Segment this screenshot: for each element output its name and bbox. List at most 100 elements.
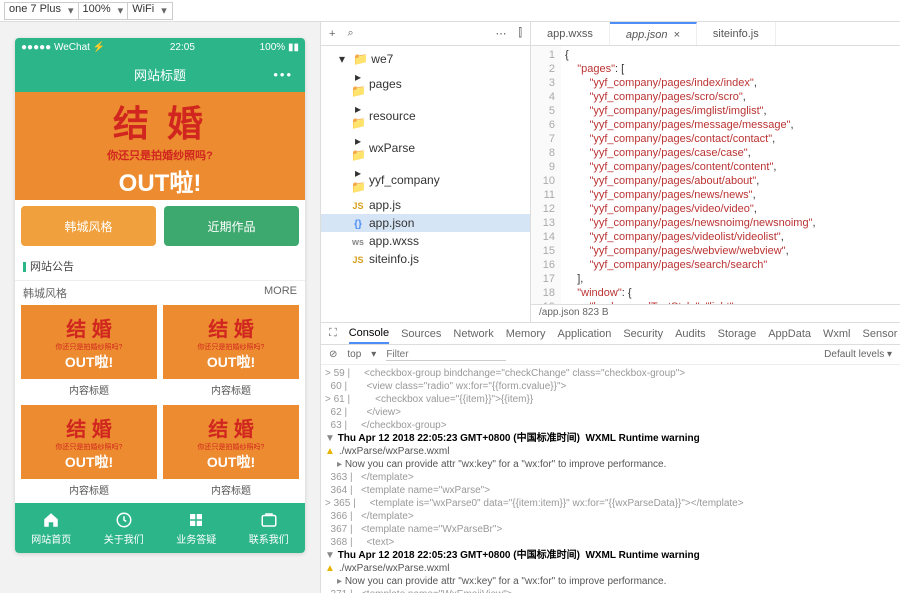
tile-style[interactable]: 韩城风格 — [21, 206, 156, 246]
card-caption: 内容标题 — [163, 379, 299, 399]
console-line: > 59 | <checkbox-group bindchange="check… — [325, 367, 896, 380]
file-tree-item[interactable]: {}app.json — [321, 214, 530, 232]
notice-label: 网站公告 — [30, 261, 74, 273]
inspect-icon[interactable]: ⛶ — [329, 327, 337, 340]
file-tree-item[interactable]: JSapp.js — [321, 196, 530, 214]
filter-input[interactable] — [386, 349, 506, 361]
console-line: Thu Apr 12 2018 22:05:23 GMT+0800 (中国标准时… — [325, 432, 896, 445]
tab-label: 网站首页 — [31, 531, 71, 546]
console-line: 363 | </template> — [325, 471, 896, 484]
phone-frame: ●●●●● WeChat ⚡ 22:05 100% ▮▮ 网站标题 ••• 结 … — [15, 38, 305, 553]
statusbar-left: ●●●●● WeChat ⚡ — [21, 42, 105, 53]
card-caption: 内容标题 — [163, 479, 299, 499]
console-line: Thu Apr 12 2018 22:05:23 GMT+0800 (中国标准时… — [325, 549, 896, 562]
editor-tab[interactable]: app.wxss — [531, 22, 610, 45]
search-icon[interactable]: ⌕ — [347, 27, 353, 40]
content-card[interactable]: 结 婚你还只是拍婚纱照吗?OUT啦! 内容标题 — [21, 405, 157, 499]
page-title: 网站标题 — [134, 65, 186, 84]
panel-tab[interactable]: Application — [558, 328, 612, 340]
levels-select[interactable]: Default levels ▾ — [824, 349, 892, 360]
panel-tab[interactable]: Audits — [675, 328, 706, 340]
file-tree-item[interactable]: JSsiteinfo.js — [321, 250, 530, 268]
console-line: Now you can provide attr "wx:key" for a … — [325, 458, 896, 471]
panel-tab[interactable]: Sensor — [863, 328, 898, 340]
panel-tab[interactable]: Sources — [401, 328, 441, 340]
phone-navbar: 网站标题 ••• — [15, 56, 305, 92]
file-tree-item[interactable]: ▸ 📁wxParse — [321, 132, 530, 164]
tab-label: 联系我们 — [249, 531, 289, 546]
panel-tab[interactable]: Wxml — [823, 328, 851, 340]
console-line: 371 | <template name="WxEmojiView"> — [325, 588, 896, 593]
console-output[interactable]: > 59 | <checkbox-group bindchange="check… — [321, 365, 900, 593]
statusbar-time: 22:05 — [170, 42, 195, 53]
devtools-pane: + ⌕ ⋯ ⫿ ▾📁 we7▸ 📁pages▸ 📁resource▸ 📁wxPa… — [320, 22, 900, 593]
statusbar-right: 100% ▮▮ — [260, 42, 299, 53]
list-head-left: 韩城风格 — [23, 285, 67, 301]
more-icon[interactable]: ••• — [273, 67, 293, 82]
tabbar-item[interactable]: 联系我们 — [233, 503, 306, 553]
console-line: > 365 | <template is="wxParse0" data="{{… — [325, 497, 896, 510]
console-line: Now you can provide attr "wx:key" for a … — [325, 575, 896, 588]
file-tree-item[interactable]: wsapp.wxss — [321, 232, 530, 250]
close-icon[interactable]: × — [673, 29, 679, 41]
top-toolbar: one 7 Plus▾ 100%▾ WiFi▾ — [0, 0, 900, 22]
bottom-panel: ⛶ Console Sources Network Memory Application… — [321, 322, 900, 593]
console-line: 60 | <view class="radio" wx:for="{{form.… — [325, 380, 896, 393]
file-toolbar: + ⌕ ⋯ ⫿ — [321, 22, 530, 46]
panel-tab[interactable]: Memory — [506, 328, 546, 340]
zoom-select[interactable]: 100% — [78, 2, 130, 20]
tab-label: 关于我们 — [104, 531, 144, 546]
clear-console-icon[interactable]: ⊘ — [329, 349, 337, 360]
content-card[interactable]: 结 婚你还只是拍婚纱照吗?OUT啦! 内容标题 — [163, 305, 299, 399]
console-toolbar: ⊘ top▾ Default levels ▾ — [321, 345, 900, 365]
tabbar-item[interactable]: 网站首页 — [15, 503, 88, 553]
editor-tab[interactable]: siteinfo.js — [697, 22, 776, 45]
code-content[interactable]: { "pages": [ "yyf_company/pages/index/in… — [561, 46, 820, 304]
editor-tab[interactable]: app.json × — [610, 22, 697, 45]
content-card[interactable]: 结 婚你还只是拍婚纱照吗?OUT啦! 内容标题 — [163, 405, 299, 499]
content-card[interactable]: 结 婚你还只是拍婚纱照吗?OUT啦! 内容标题 — [21, 305, 157, 399]
context-select[interactable]: top — [347, 349, 361, 360]
file-tree-item[interactable]: ▸ 📁resource — [321, 100, 530, 132]
console-line: 63 | </checkbox-group> — [325, 419, 896, 432]
file-explorer: + ⌕ ⋯ ⫿ ▾📁 we7▸ 📁pages▸ 📁resource▸ 📁wxPa… — [321, 22, 531, 322]
banner-sub: 你还只是拍婚纱照吗? — [107, 147, 213, 163]
panel-tab[interactable]: AppData — [768, 328, 811, 340]
console-line: > 61 | <checkbox value="{{item}}">{{item… — [325, 393, 896, 406]
console-line: 368 | <text> — [325, 536, 896, 549]
banner-big: 结 婚 — [113, 95, 207, 147]
device-select[interactable]: one 7 Plus — [4, 2, 80, 20]
file-tree-item[interactable]: ▸ 📁pages — [321, 68, 530, 100]
card-caption: 内容标题 — [21, 479, 157, 499]
code-editor: app.wxssapp.json ×siteinfo.js 1234567891… — [531, 22, 900, 322]
notice-section[interactable]: 网站公告 — [15, 252, 305, 280]
tile-recent[interactable]: 近期作品 — [164, 206, 299, 246]
file-tree-item[interactable]: ▸ 📁yyf_company — [321, 164, 530, 196]
tab-label: 业务答疑 — [176, 531, 216, 546]
add-file-icon[interactable]: + — [329, 28, 335, 40]
tabbar-item[interactable]: 关于我们 — [88, 503, 161, 553]
panel-tab[interactable]: Storage — [718, 328, 757, 340]
phone-statusbar: ●●●●● WeChat ⚡ 22:05 100% ▮▮ — [15, 38, 305, 56]
banner-out: OUT啦! — [119, 163, 202, 198]
collapse-icon[interactable]: ⋯ — [495, 27, 506, 40]
panel-tab[interactable]: Network — [453, 328, 493, 340]
banner[interactable]: 结 婚 你还只是拍婚纱照吗? OUT啦! — [15, 92, 305, 200]
simulator-pane: ●●●●● WeChat ⚡ 22:05 100% ▮▮ 网站标题 ••• 结 … — [0, 22, 320, 593]
panel-tab[interactable]: Security — [623, 328, 663, 340]
tabbar-item[interactable]: 业务答疑 — [160, 503, 233, 553]
card-caption: 内容标题 — [21, 379, 157, 399]
console-line: 366 | </template> — [325, 510, 896, 523]
console-line: 367 | <template name="WxParseBr"> — [325, 523, 896, 536]
editor-statusbar: /app.json 823 B — [531, 304, 900, 322]
console-line: ./wxParse/wxParse.wxml — [325, 562, 896, 575]
toggle-icon[interactable]: ⫿ — [518, 27, 522, 40]
panel-tab[interactable]: Console — [349, 323, 389, 344]
console-line: 62 | </view> — [325, 406, 896, 419]
list-head: 韩城风格 MORE — [15, 280, 305, 305]
more-link[interactable]: MORE — [264, 285, 297, 301]
console-line: 364 | <template name="wxParse"> — [325, 484, 896, 497]
network-select[interactable]: WiFi — [127, 2, 173, 20]
console-line: ./wxParse/wxParse.wxml — [325, 445, 896, 458]
folder-root[interactable]: ▾📁 we7 — [321, 50, 530, 68]
